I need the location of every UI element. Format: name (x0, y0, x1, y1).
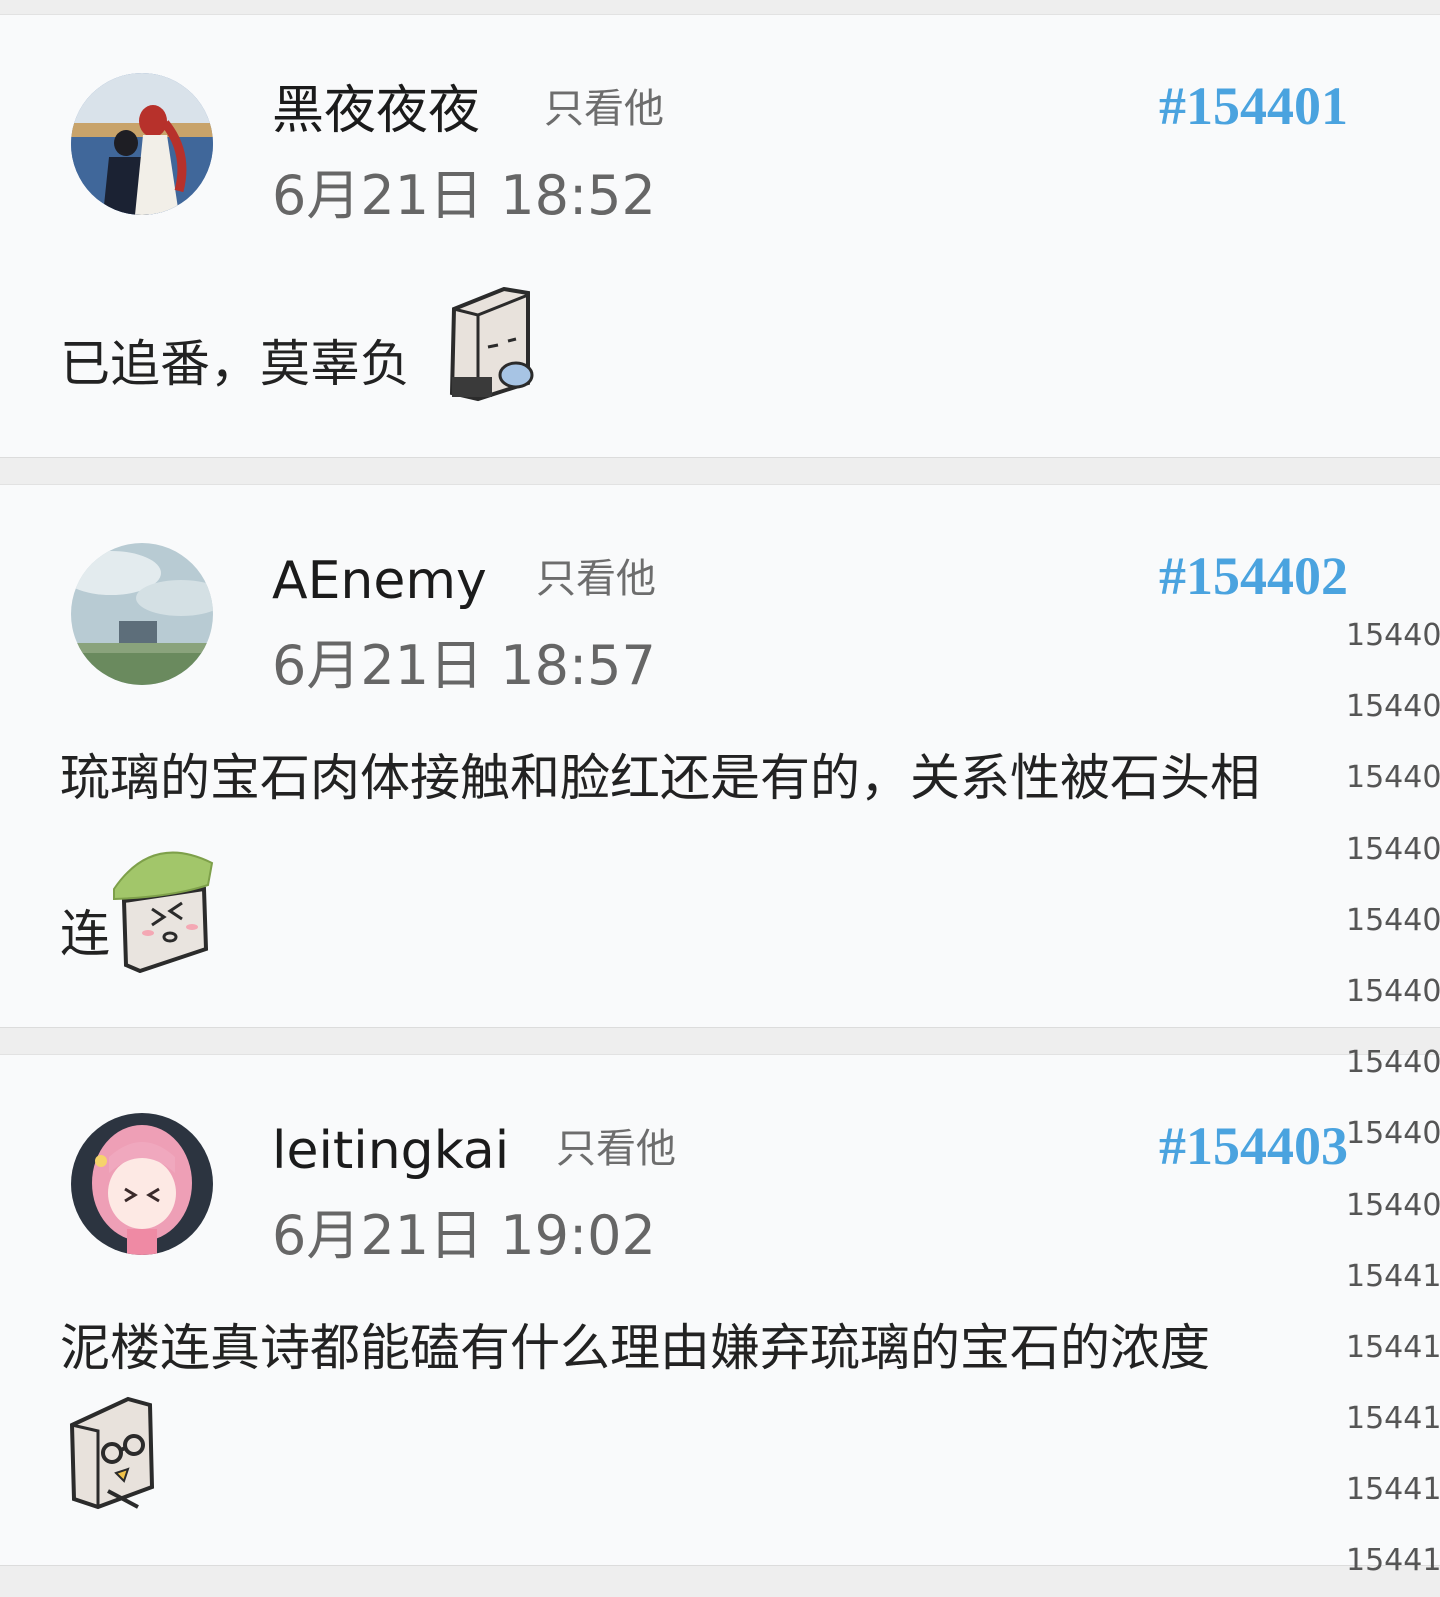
floor-number: #154402 (1159, 546, 1348, 606)
floor-number: #154403 (1159, 1116, 1348, 1176)
post-time: 6月21日 18:57 (272, 634, 656, 697)
floor-jump-list: 154401 154402 154403 154404 154405 15440… (1346, 600, 1440, 1597)
post-card: leitingkai 只看他 #154403 6月21日 19:02 泥楼连真诗… (0, 1054, 1440, 1566)
only-view-him-link[interactable]: 只看他 (536, 559, 656, 599)
floor-jump-item[interactable]: 154404 (1346, 814, 1440, 885)
sleepy-tofu-sticker-icon (444, 287, 540, 403)
username[interactable]: leitingkai (272, 1125, 509, 1177)
post-time: 6月21日 19:02 (272, 1204, 656, 1267)
floor-jump-item[interactable]: 154410 (1346, 1241, 1440, 1312)
floor-jump-item[interactable]: 154412 (1346, 1312, 1440, 1383)
username[interactable]: AEnemy (272, 555, 487, 607)
floor-jump-item[interactable]: 154418 (1346, 1525, 1440, 1596)
post-card: AEnemy 只看他 #154402 6月21日 18:57 琉璃的宝石肉体接触… (0, 484, 1440, 1028)
floor-jump-item[interactable]: 154405 (1346, 885, 1440, 956)
floor-jump-item[interactable]: 154414 (1346, 1383, 1440, 1454)
post-content-continued: 连 (60, 905, 110, 963)
post-time: 6月21日 18:52 (272, 164, 656, 227)
floor-jump-item[interactable]: 154406 (1346, 956, 1440, 1027)
avatar[interactable] (71, 543, 213, 685)
post-card: 黑夜夜夜 只看他 #154401 6月21日 18:52 已追番，莫辜负 (0, 14, 1440, 458)
mushroom-tofu-sticker-icon (112, 837, 216, 973)
post-content: 琉璃的宝石肉体接触和脸红还是有的，关系性被石头相 (60, 749, 1260, 807)
only-view-him-link[interactable]: 只看他 (544, 89, 664, 129)
floor-jump-item[interactable]: 154403 (1346, 742, 1440, 813)
floor-jump-item[interactable]: 154401 (1346, 600, 1440, 671)
floor-jump-item[interactable]: 154402 (1346, 671, 1440, 742)
post-content: 泥楼连真诗都能磕有什么理由嫌弃琉璃的宝石的浓度 (60, 1319, 1210, 1377)
floor-jump-item[interactable]: 154409 (1346, 1170, 1440, 1241)
floor-number: #154401 (1159, 76, 1348, 136)
floor-jump-item[interactable]: 154408 (1346, 1098, 1440, 1169)
avatar[interactable] (71, 1113, 213, 1255)
username[interactable]: 黑夜夜夜 (272, 85, 480, 137)
floor-jump-item[interactable]: 154416 (1346, 1454, 1440, 1525)
avatar[interactable] (71, 73, 213, 215)
post-content: 已追番，莫辜负 (60, 335, 410, 393)
only-view-him-link[interactable]: 只看他 (556, 1129, 676, 1169)
floor-jump-item[interactable]: 154407 (1346, 1027, 1440, 1098)
glasses-tofu-sticker-icon (68, 1395, 156, 1511)
